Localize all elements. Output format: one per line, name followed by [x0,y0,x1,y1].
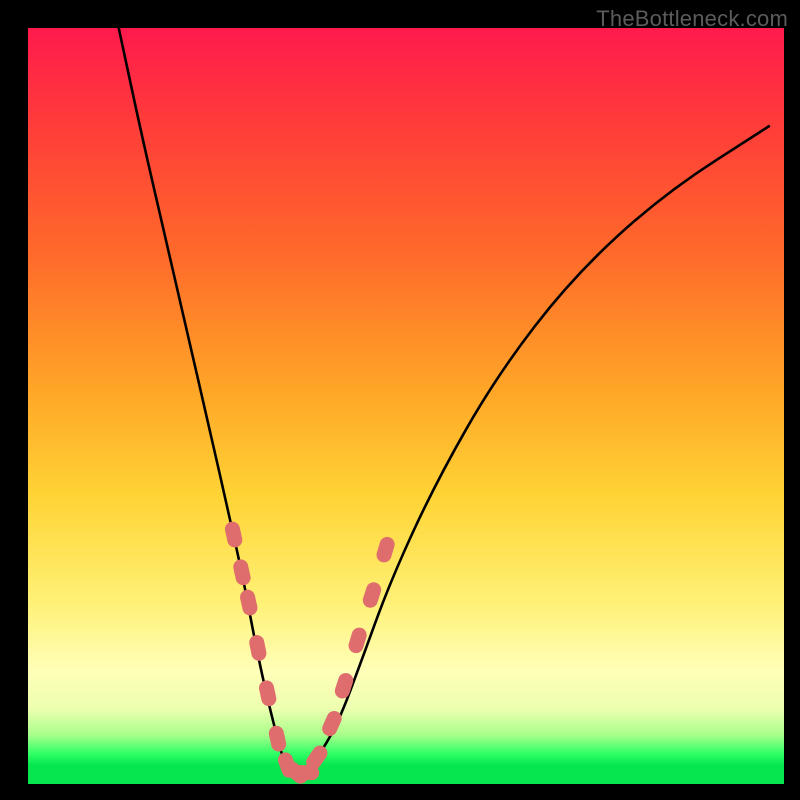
highlight-dot [333,671,355,700]
highlight-dot [375,535,397,564]
highlight-dots-group [224,520,397,784]
curve-svg [28,28,784,784]
highlight-dot [258,679,278,708]
bottleneck-curve-path [119,28,769,775]
chart-frame: TheBottleneck.com [0,0,800,800]
highlight-dot [267,724,287,753]
highlight-dot [224,520,244,549]
highlight-dot [248,634,268,662]
plot-area [28,28,784,784]
highlight-dot [239,588,259,617]
highlight-dot [232,558,252,587]
highlight-dot [361,580,383,609]
